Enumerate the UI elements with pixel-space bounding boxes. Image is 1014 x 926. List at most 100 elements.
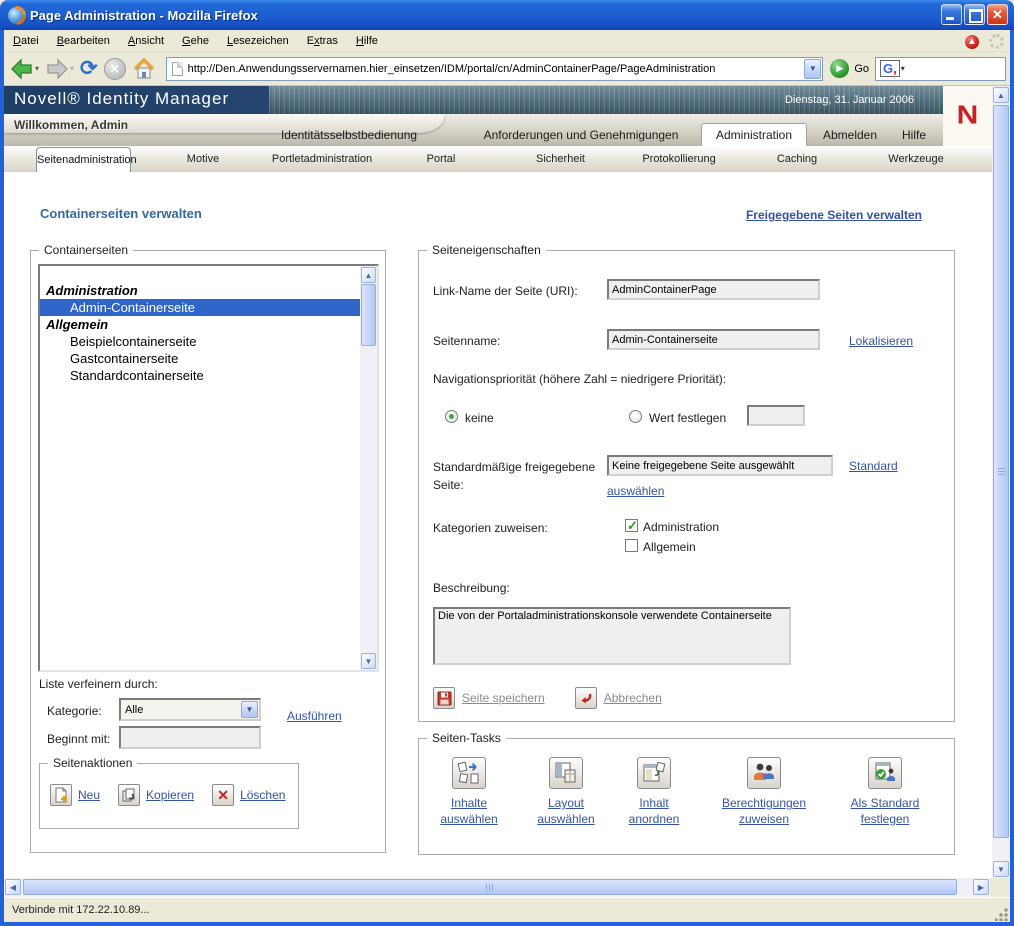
vertical-scroll-thumb[interactable] [993, 105, 1009, 838]
reload-button[interactable]: ⟳ [78, 56, 100, 82]
task-label-line1[interactable]: Als Standard [825, 795, 945, 811]
resize-grip[interactable] [995, 907, 1009, 921]
priority-value-input[interactable] [747, 405, 805, 426]
forward-dropdown-icon[interactable]: ▾ [70, 64, 74, 73]
tab-portlet-administration[interactable]: Portletadministration [252, 153, 392, 165]
priority-set-label: Wert festlegen [649, 411, 726, 425]
page-name-input[interactable] [607, 329, 820, 350]
back-button[interactable]: ▾ [8, 56, 41, 82]
starts-with-input[interactable] [119, 726, 261, 749]
menu-extras[interactable]: Extras [298, 32, 347, 50]
scroll-down-icon[interactable]: ▼ [361, 653, 376, 669]
list-item-admin-containerseite[interactable]: Admin-Containerseite [40, 299, 360, 316]
task-assign-permissions[interactable]: Berechtigungen zuweisen [704, 757, 824, 827]
cancel-link[interactable]: Abbrechen [604, 691, 662, 705]
back-dropdown-icon[interactable]: ▾ [35, 64, 39, 73]
uri-input[interactable] [607, 279, 820, 300]
category-allgemein-checkbox[interactable] [625, 539, 638, 552]
category-administration-checkbox[interactable] [625, 519, 638, 532]
maximize-button[interactable] [964, 4, 985, 25]
tab-themes[interactable]: Motive [163, 153, 243, 165]
tab-tools[interactable]: Werkzeuge [871, 153, 961, 165]
home-button[interactable] [130, 56, 158, 82]
scroll-up-icon[interactable]: ▲ [361, 267, 376, 283]
default-shared-input[interactable] [607, 455, 833, 476]
menu-lesezeichen[interactable]: Lesezeichen [218, 32, 298, 50]
task-arrange-content[interactable]: Inhalt anordnen [594, 757, 714, 827]
tab-help[interactable]: Hilfe [888, 128, 940, 142]
manage-shared-pages-link[interactable]: Freigegebene Seiten verwalten [746, 208, 922, 222]
scroll-left-icon[interactable]: ◀ [5, 879, 21, 895]
cancel-button[interactable] [575, 687, 597, 709]
scroll-down-icon[interactable]: ▼ [993, 861, 1009, 877]
horizontal-scroll-thumb[interactable] [23, 879, 957, 895]
tab-requests-approvals[interactable]: Anforderungen und Genehmigungen [467, 128, 695, 142]
save-page-button[interactable] [433, 687, 455, 709]
task-set-as-default[interactable]: Als Standard festlegen [825, 757, 945, 827]
default-link[interactable]: Standard [849, 459, 898, 473]
list-item-gastcontainerseite[interactable]: Gastcontainerseite [40, 350, 360, 367]
task-label-line1[interactable]: Inhalt [594, 795, 714, 811]
tab-identity-self-service[interactable]: Identitätsselbstbedienung [255, 128, 443, 142]
save-page-link[interactable]: Seite speichern [462, 691, 545, 705]
new-page-button[interactable] [50, 784, 72, 806]
navigation-toolbar: ▾ ▾ ⟳ ✕ http://Den.Anwendungsservernamen… [4, 52, 1010, 86]
menu-ansicht[interactable]: Ansicht [119, 32, 173, 50]
container-pages-listbox[interactable]: Administration Admin-Containerseite Allg… [38, 264, 379, 672]
category-administration-label: Administration [643, 520, 719, 534]
new-page-link[interactable]: Neu [78, 788, 100, 802]
close-button[interactable] [987, 4, 1008, 25]
container-pages-legend: Containerseiten [39, 243, 133, 257]
task-label-line1[interactable]: Berechtigungen [704, 795, 824, 811]
stop-button[interactable]: ✕ [102, 56, 128, 82]
delete-page-button[interactable]: ✕ [212, 784, 234, 806]
task-label-line2[interactable]: festlegen [825, 811, 945, 827]
list-item-standardcontainerseite[interactable]: Standardcontainerseite [40, 367, 360, 384]
copy-page-link[interactable]: Kopieren [146, 788, 194, 802]
tab-logout[interactable]: Abmelden [812, 128, 888, 142]
listbox-scrollbar[interactable]: ▲ ▼ [360, 266, 377, 670]
software-update-icon[interactable] [965, 35, 979, 49]
category-dropdown-icon[interactable]: ▼ [241, 701, 258, 718]
priority-none-radio[interactable] [445, 410, 458, 423]
category-select[interactable]: Alle ▼ [119, 698, 261, 721]
description-textarea[interactable]: Die von der Portaladministrationskonsole… [433, 607, 791, 665]
task-label-line2[interactable]: anordnen [594, 811, 714, 827]
scroll-right-icon[interactable]: ▶ [973, 879, 989, 895]
list-item-beispielcontainerseite[interactable]: Beispielcontainerseite [40, 333, 360, 350]
tab-logging[interactable]: Protokollierung [626, 153, 732, 165]
minimize-button[interactable] [941, 4, 962, 25]
search-engine-dropdown-icon[interactable]: ▾ [901, 64, 905, 73]
tab-administration[interactable]: Administration [701, 123, 807, 146]
url-dropdown-button[interactable]: ▼ [804, 59, 821, 79]
scroll-up-icon[interactable]: ▲ [993, 87, 1009, 103]
menu-hilfe[interactable]: Hilfe [347, 32, 387, 50]
delete-page-link[interactable]: Löschen [240, 788, 285, 802]
copy-page-button[interactable] [118, 784, 140, 806]
forward-arrow-icon [45, 58, 69, 80]
copy-page-icon [121, 787, 137, 803]
tab-page-administration[interactable]: Seitenadministration [36, 147, 131, 172]
priority-set-radio[interactable] [629, 410, 642, 423]
horizontal-scrollbar[interactable]: ◀ ▶ [4, 878, 990, 897]
admin-tab-row: Seitenadministration Motive Portletadmin… [4, 146, 992, 172]
save-disk-icon [437, 691, 452, 706]
search-box[interactable]: G, ▾ [875, 57, 1006, 81]
menu-bearbeiten[interactable]: Bearbeiten [48, 32, 119, 50]
vertical-scrollbar[interactable]: ▲ ▼ [992, 86, 1010, 878]
menu-datei[interactable]: Datei [4, 32, 48, 50]
listbox-scroll-thumb[interactable] [361, 284, 376, 346]
run-filter-link[interactable]: Ausführen [287, 709, 342, 723]
tab-caching[interactable]: Caching [757, 153, 837, 165]
localize-link[interactable]: Lokalisieren [849, 334, 913, 348]
url-bar[interactable]: http://Den.Anwendungsservernamen.hier_ei… [166, 57, 824, 81]
product-title: Novell® Identity Manager [14, 89, 229, 109]
url-text[interactable]: http://Den.Anwendungsservernamen.hier_ei… [188, 63, 804, 75]
tab-security[interactable]: Sicherheit [513, 153, 608, 165]
go-button[interactable]: ▶ Go [830, 59, 869, 78]
menu-gehe[interactable]: Gehe [173, 32, 218, 50]
forward-button[interactable]: ▾ [43, 56, 76, 82]
choose-shared-link[interactable]: auswählen [607, 484, 664, 498]
task-label-line2[interactable]: zuweisen [704, 811, 824, 827]
tab-portal[interactable]: Portal [404, 153, 478, 165]
